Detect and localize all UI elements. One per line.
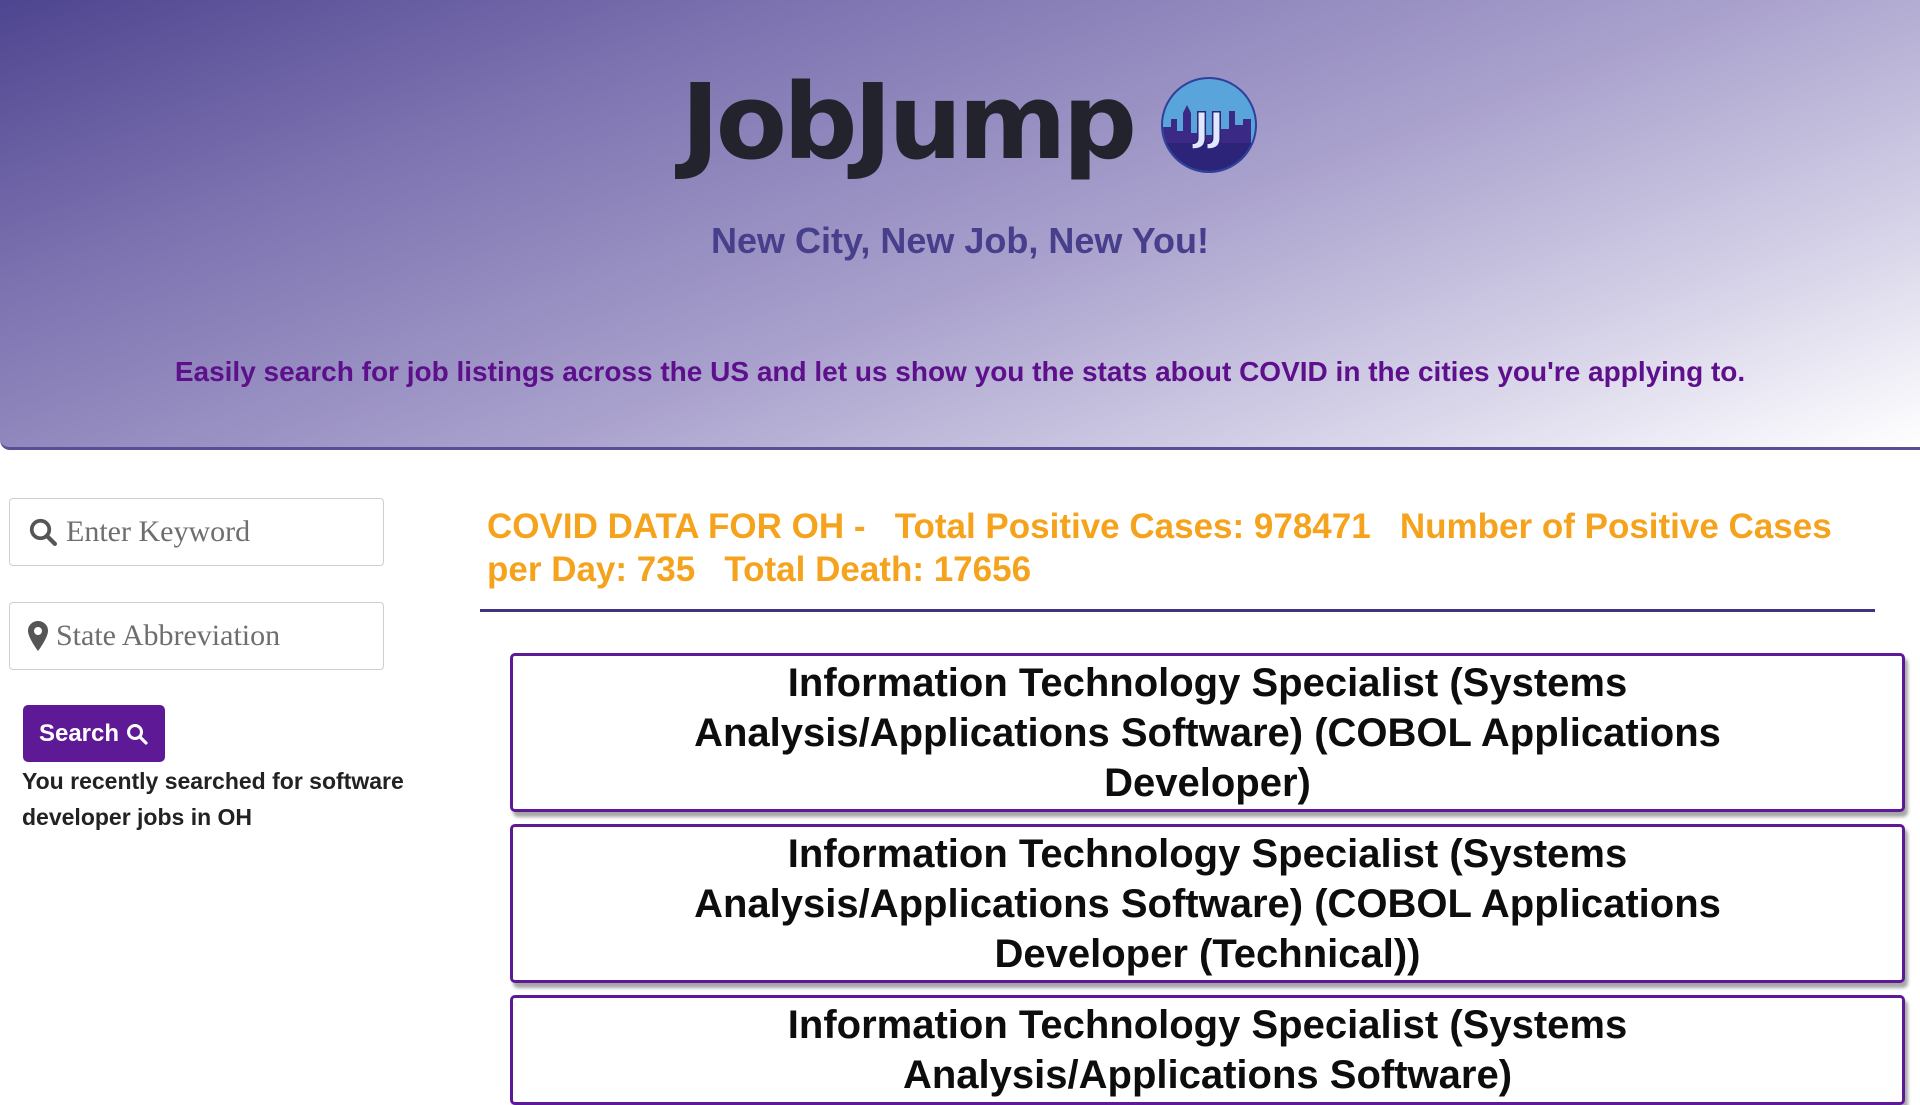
covid-stats: COVID DATA FOR OH - Total Positive Cases… [487, 505, 1887, 591]
covid-total-death: Total Death: 17656 [724, 550, 1032, 589]
keyword-field[interactable] [9, 498, 384, 566]
recent-search-text: You recently searched for software devel… [22, 768, 404, 830]
covid-heading: COVID DATA FOR OH - [487, 507, 866, 546]
job-title[interactable]: Information Technology Specialist (Syste… [633, 1000, 1782, 1100]
job-title[interactable]: Information Technology Specialist (Syste… [633, 658, 1782, 808]
state-input[interactable] [56, 611, 356, 661]
job-card[interactable]: Information Technology Specialist (Syste… [510, 824, 1905, 983]
tagline: New City, New Job, New You! [710, 220, 1210, 261]
logo-text: JJ [1191, 105, 1224, 151]
section-divider [480, 609, 1875, 612]
state-field[interactable] [9, 602, 384, 670]
job-card[interactable]: Information Technology Specialist (Syste… [510, 653, 1905, 812]
hero-header: JobJump JJ New City, New Job, New You! E… [0, 0, 1920, 450]
search-button[interactable]: Search [23, 705, 165, 762]
search-icon [29, 518, 57, 546]
job-title[interactable]: Information Technology Specialist (Syste… [633, 829, 1782, 979]
map-marker-icon [28, 621, 48, 651]
search-button-label: Search [38, 719, 120, 747]
hero-blurb: Easily search for job listings across th… [174, 356, 1746, 387]
covid-total-cases: Total Positive Cases: 978471 [894, 507, 1371, 546]
search-icon [127, 723, 148, 745]
brand-title: JobJump [680, 61, 1137, 183]
job-card[interactable]: Information Technology Specialist (Syste… [510, 995, 1905, 1105]
jobjump-logo-icon: JJ [1161, 77, 1258, 173]
brand-row: JobJump JJ [0, 52, 1920, 192]
keyword-input[interactable] [66, 507, 366, 557]
